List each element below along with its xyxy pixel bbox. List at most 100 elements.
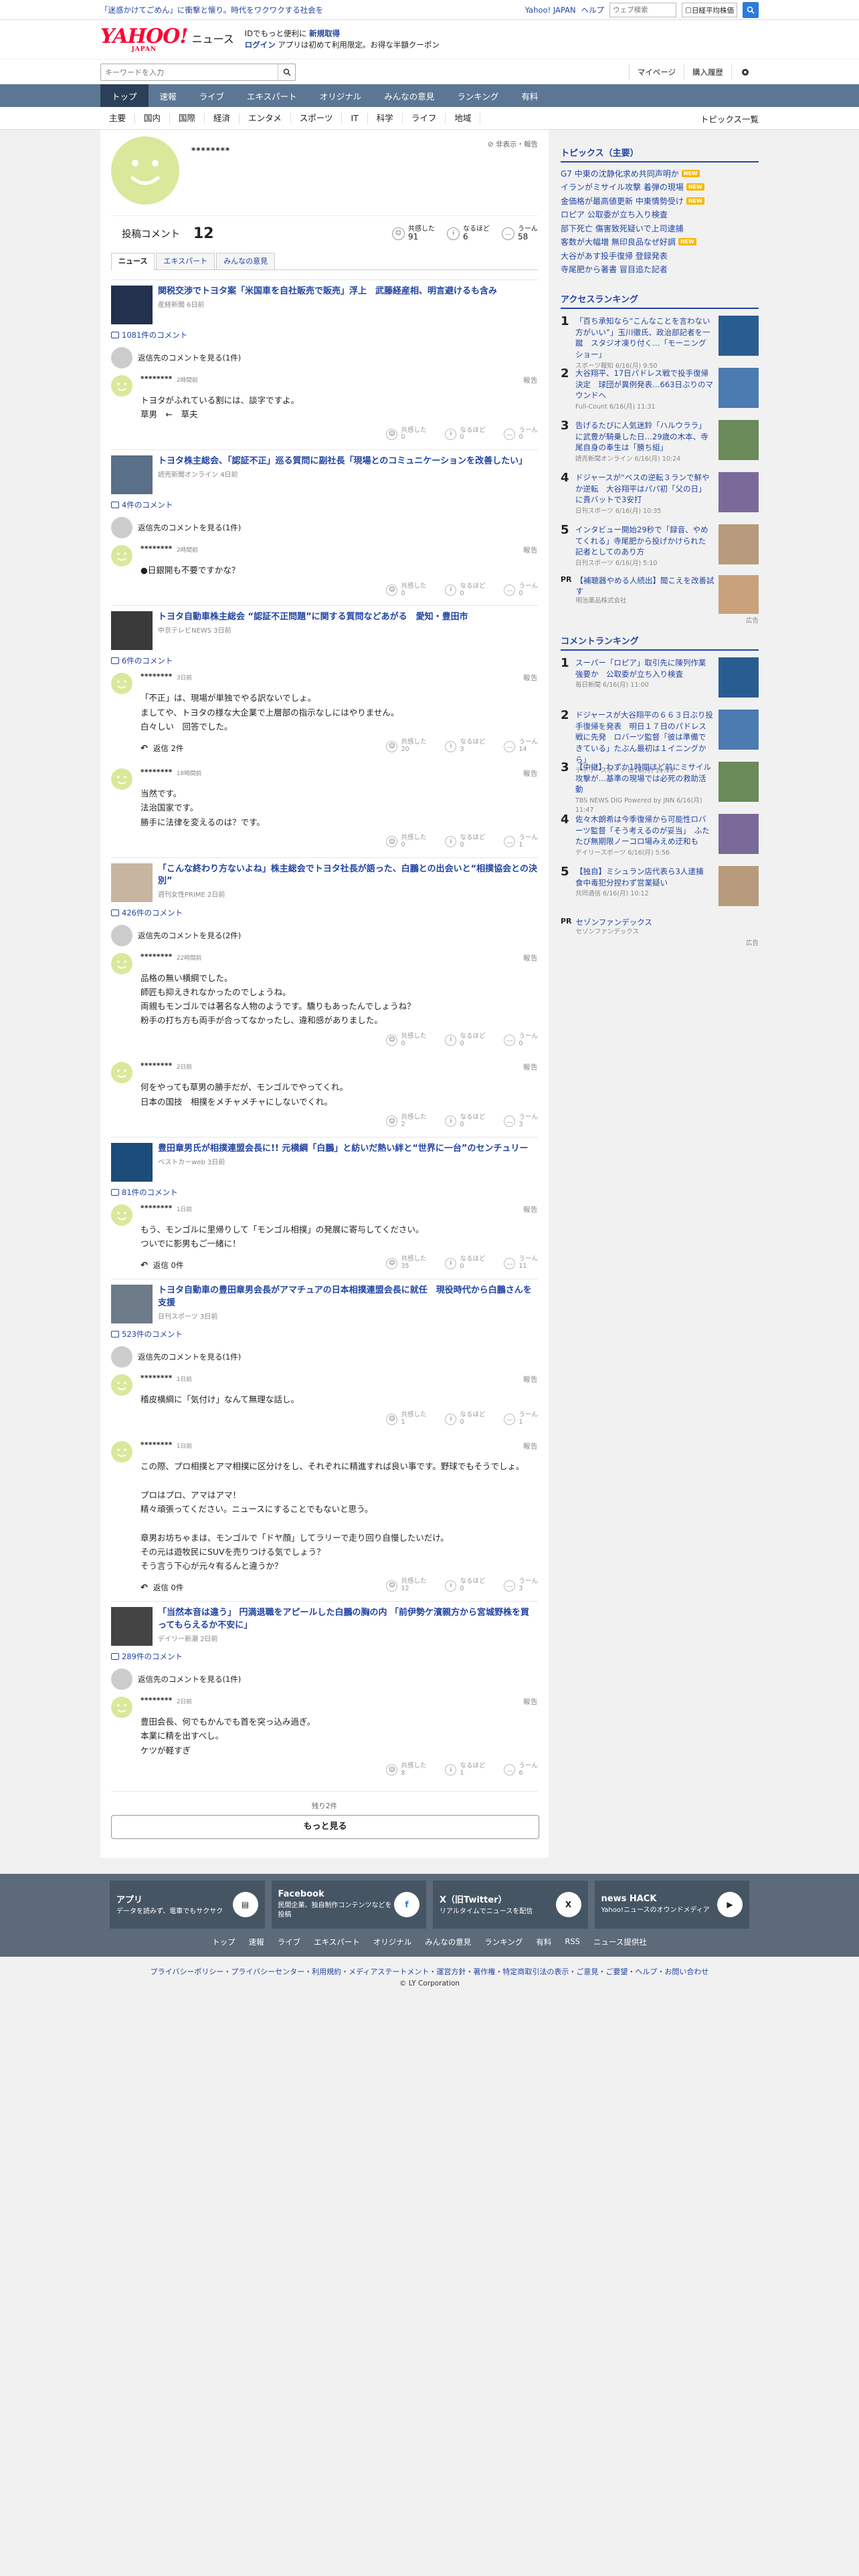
reaction-button[interactable]: ☺ 共感した 12 <box>386 1578 426 1593</box>
keyword-input[interactable] <box>101 64 278 80</box>
promo-link[interactable]: 「迷惑かけてごめん」に衝撃と懐り。時代をワクワクする社会を <box>100 5 323 15</box>
article-title[interactable]: トヨタ自動車株主総会 “認証不正問題”に関する質問などあがる 愛知・豊田市 <box>158 611 468 624</box>
reaction-button[interactable]: ☺ 共感した 0 <box>386 427 426 442</box>
topics-list-link[interactable]: トピックス一覧 <box>700 112 759 125</box>
category-link[interactable]: 地域 <box>446 113 481 124</box>
footer-link[interactable]: 有料 <box>536 1937 551 1947</box>
web-search-input[interactable] <box>609 3 677 17</box>
footer-card[interactable]: news HACK Yahoo!ニュースのオウンドメディア ▶ <box>594 1880 749 1929</box>
footer-link[interactable]: みんなの意見 <box>425 1937 471 1947</box>
topic-item[interactable]: 客数が大幅増 無印良品なぜ好調 NEW <box>561 235 759 249</box>
reaction-button[interactable]: i なるほど 0 <box>445 1411 485 1426</box>
footer-card[interactable]: X（旧Twitter） リアルタイムでニュースを配信 X <box>433 1880 588 1929</box>
reaction-button[interactable]: i なるほど 0 <box>445 582 485 598</box>
topic-item[interactable]: 部下死亡 傷害致死疑いで上司逮捕 <box>561 221 759 235</box>
comment-ranking-item[interactable]: 2 ドジャースが大谷翔平の６６３日ぶり投手復帰を発表 明日１７日のパドレス戦に先発… <box>561 710 759 774</box>
reaction-button[interactable]: ☺ 共感した 1 <box>386 1411 426 1426</box>
article-title[interactable]: 豊田章男氏が相撲連盟会長に!! 元横綱「白鵬」と紡いだ熱い絆と“世界に一台”のセ… <box>158 1143 528 1156</box>
reaction-button[interactable]: i なるほど 1 <box>445 1762 485 1778</box>
topic-item[interactable]: 寺尾肥から著書 冒目追た記者 <box>561 263 759 277</box>
comment-ranking-item[interactable]: 1 スーパー「ロピア」取引先に陳列作業強要か 公取委が立ち入り検査 毎日新聞 6/1… <box>561 657 759 703</box>
reaction-button[interactable]: … うーん 0 <box>504 582 538 598</box>
reaction-button[interactable]: … うーん 1 <box>504 834 538 849</box>
article-title[interactable]: トヨタ自動車の豊田章男会長がアマチュアの日本相撲連盟会長に就任 現役時代から白鵬… <box>158 1285 538 1310</box>
comment-ranking-item[interactable]: 4 佐々木朗希は今季復帰から可能性ロバーツ監督「そう考えるのが妥当」 ふたたび無期… <box>561 814 759 859</box>
reaction-button[interactable]: ☺ 共感した 0 <box>386 582 426 598</box>
comment-count-link[interactable]: 523件のコメント <box>111 1329 538 1339</box>
footer-link[interactable]: オリジナル <box>373 1937 412 1947</box>
nav-tab[interactable]: 速報 <box>149 84 188 107</box>
report-link[interactable]: 報告 <box>523 953 538 963</box>
nav-tab[interactable]: 有料 <box>510 84 549 107</box>
report-link[interactable]: 報告 <box>523 545 538 555</box>
topic-item[interactable]: G7 中東の沈静化求め共同声明か NEW <box>561 167 759 181</box>
comment-count-link[interactable]: 4件のコメント <box>111 500 538 510</box>
reaction-button[interactable]: i なるほど 0 <box>445 1113 485 1129</box>
reaction-button[interactable]: ☺ 共感した 2 <box>386 1113 426 1129</box>
category-link[interactable]: 国際 <box>170 113 205 124</box>
category-link[interactable]: エンタメ <box>240 113 291 124</box>
category-link[interactable]: 科学 <box>368 113 403 124</box>
category-link[interactable]: ライフ <box>403 113 446 124</box>
pr-ad-1[interactable]: PR 【補聴器やめる人続出】聞こえを改善試す 明治薬品株式会社 <box>561 575 759 614</box>
reaction-button[interactable]: i なるほど 0 <box>445 834 485 849</box>
history-link[interactable]: 購入履歴 <box>684 64 731 80</box>
topic-item[interactable]: ロピア 公取委が立ち入り検査 <box>561 208 759 222</box>
reply-link[interactable]: ↶ 返信 0件 <box>140 1582 183 1593</box>
footer-card[interactable]: アプリ データを読みず、電車でもサクサク ▤ <box>110 1880 265 1929</box>
category-link[interactable]: IT <box>342 113 368 124</box>
article-title[interactable]: トヨタ株主総会、「認証不正」巡る質問に副社長「現場とのコミュニケーションを改善し… <box>158 455 527 468</box>
reaction-button[interactable]: ☺ 共感した 0 <box>386 1033 426 1048</box>
access-ranking-item[interactable]: 2 大谷翔平、17日パドレス戦で投手復帰決定 球団が異例発表…663日ぶりのマウン… <box>561 368 759 413</box>
reaction-button[interactable]: i なるほど 0 <box>445 1578 485 1593</box>
reaction-button[interactable]: ☺ 共感した 8 <box>386 1762 426 1778</box>
nav-tab[interactable]: エキスパート <box>235 84 308 107</box>
footer-link[interactable]: ニュース提供社 <box>593 1937 647 1947</box>
article-title[interactable]: 関税交渉でトヨタ案「米国車を自社販売で販売」浮上 武藤経産相、明言避けるも含み <box>158 286 497 298</box>
access-ranking-item[interactable]: 1 「百ち承知なら“こんなことを言わない方がいい”」玉川徹氏、政治部記者を一蹴 ス… <box>561 316 759 370</box>
parent-comment-link[interactable]: 返信先のコメントを見る(2件) <box>111 924 538 946</box>
show-more-button[interactable]: もっと見る <box>111 1814 539 1839</box>
report-link[interactable]: 報告 <box>523 1374 538 1384</box>
help-link[interactable]: ヘルプ <box>581 5 605 15</box>
reaction-button[interactable]: … うーん 0 <box>504 427 538 442</box>
access-ranking-item[interactable]: 3 告げるたびに人気迷鈴「ハルウララ」に武豊が騎乗した日…29歳の木本、寺尾自身の… <box>561 420 759 465</box>
pr-ad-2[interactable]: PR セゾンファンデックス セゾンファンデックス <box>561 917 759 936</box>
footer-link[interactable]: RSS <box>565 1937 580 1947</box>
reaction-button[interactable]: … うーん 1 <box>504 1411 538 1426</box>
article-title[interactable]: 「こんな終わり方ないよね」株主総会でトヨタ社長が語った、白鵬との出会いと“相撲協… <box>158 863 538 889</box>
report-link[interactable]: 報告 <box>523 1062 538 1072</box>
footer-link[interactable]: ライブ <box>278 1937 301 1947</box>
comment-count-link[interactable]: 426件のコメント <box>111 907 538 918</box>
comment-count-link[interactable]: 1081件のコメント <box>111 330 538 340</box>
article-thumbnail[interactable] <box>111 286 153 324</box>
reaction-button[interactable]: … うーん 0 <box>504 1033 538 1048</box>
topic-item[interactable]: 金価格が最高値更新 中東情勢受け NEW <box>561 194 759 208</box>
comment-count-link[interactable]: 81件のコメント <box>111 1187 538 1198</box>
comment-count-link[interactable]: 6件のコメント <box>111 655 538 666</box>
topic-item[interactable]: 大谷があす投手復帰 登録発表 <box>561 249 759 263</box>
reaction-button[interactable]: … うーん 6 <box>504 1762 538 1778</box>
tab-1[interactable]: エキスパート <box>156 253 215 270</box>
article-thumbnail[interactable] <box>111 611 153 651</box>
reaction-button[interactable]: i なるほど 0 <box>445 1255 485 1271</box>
reaction-button[interactable]: i なるほど 0 <box>445 427 485 442</box>
report-link[interactable]: 報告 <box>523 673 538 683</box>
reaction-button[interactable]: ☺ 共感した 0 <box>386 834 426 849</box>
parent-comment-link[interactable]: 返信先のコメントを見る(1件) <box>111 517 538 539</box>
signup-link[interactable]: 新規取得 <box>309 29 340 38</box>
reaction-button[interactable]: i なるほど 0 <box>445 1033 485 1048</box>
footer-link[interactable]: エキスパート <box>314 1937 360 1947</box>
gear-icon[interactable] <box>731 64 759 80</box>
article-thumbnail[interactable] <box>111 1142 153 1182</box>
stock-dropdown[interactable]: ▢ 日経平均株価 <box>682 3 737 17</box>
reaction-button[interactable]: … うーん 11 <box>504 1255 538 1271</box>
access-ranking-item[interactable]: 5 インタビュー開始29秒で「録音、やめてくれる」寺尾肥から投げかけられた記者とし… <box>561 524 759 570</box>
article-thumbnail[interactable] <box>111 1607 153 1646</box>
nav-tab[interactable]: ライブ <box>188 84 236 107</box>
access-ranking-item[interactable]: 4 ドジャースが“ベスの逆転３ランで鮮やか逆転 大谷翔平はパパ初「父の日」に貴バッ… <box>561 472 759 518</box>
article-title[interactable]: 「当然本音は違う」 円満退職をアピールした白鵬の胸の内 「前伊勢ケ濱親方から宮城… <box>158 1607 538 1632</box>
mypage-link[interactable]: マイページ <box>628 64 684 80</box>
report-link[interactable]: 報告 <box>523 768 538 778</box>
category-link[interactable]: スポーツ <box>291 113 343 124</box>
